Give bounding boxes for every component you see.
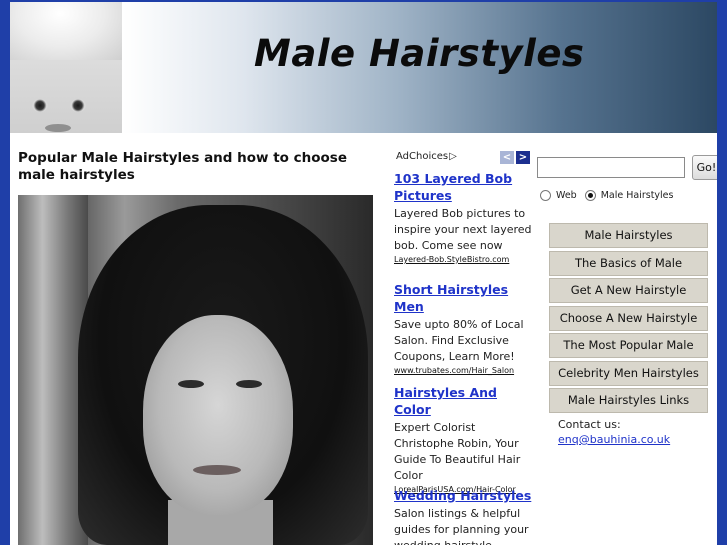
page-frame xyxy=(0,0,727,545)
